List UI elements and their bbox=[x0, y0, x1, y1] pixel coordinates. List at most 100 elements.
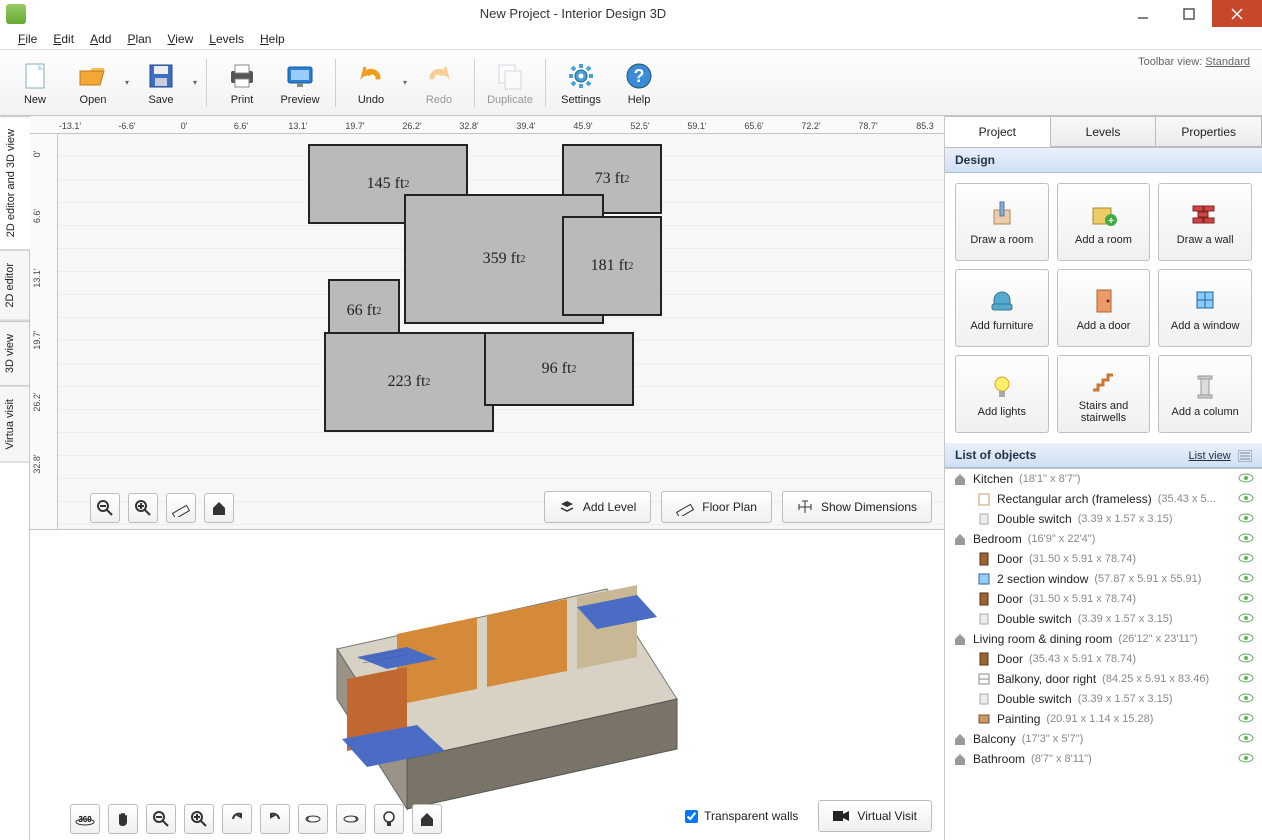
lights-button[interactable]: Add lights bbox=[955, 355, 1049, 433]
ruler-button[interactable] bbox=[166, 493, 196, 523]
vtab-0[interactable]: 2D editor and 3D view bbox=[0, 116, 30, 250]
save-button[interactable]: Save bbox=[132, 54, 190, 112]
rtab-properties[interactable]: Properties bbox=[1156, 116, 1262, 147]
object-item[interactable]: Double switch (3.39 x 1.57 x 3.15) bbox=[945, 609, 1262, 629]
zoom-in-button[interactable] bbox=[128, 493, 158, 523]
visibility-icon[interactable] bbox=[1238, 493, 1254, 505]
minimize-button[interactable] bbox=[1120, 0, 1166, 27]
object-item[interactable]: Painting (20.91 x 1.14 x 15.28) bbox=[945, 709, 1262, 729]
ruler-icon bbox=[676, 498, 694, 516]
room-label[interactable]: 96 ft2 bbox=[484, 332, 634, 406]
visibility-icon[interactable] bbox=[1238, 673, 1254, 685]
visibility-icon[interactable] bbox=[1238, 513, 1254, 525]
object-item[interactable]: Balkony, door right (84.25 x 5.91 x 83.4… bbox=[945, 669, 1262, 689]
add-room-button[interactable]: +Add a room bbox=[1057, 183, 1151, 261]
vtab-1[interactable]: 2D editor bbox=[0, 250, 29, 321]
virtual-visit-button[interactable]: Virtual Visit bbox=[818, 800, 932, 832]
duplicate-button: Duplicate bbox=[481, 54, 539, 112]
column-button[interactable]: Add a column bbox=[1158, 355, 1252, 433]
visibility-icon[interactable] bbox=[1238, 613, 1254, 625]
room-label[interactable]: 223 ft2 bbox=[324, 332, 494, 432]
close-button[interactable] bbox=[1212, 0, 1262, 27]
object-item[interactable]: Door (31.50 x 5.91 x 78.74) bbox=[945, 549, 1262, 569]
new-button[interactable]: New bbox=[6, 54, 64, 112]
room-label[interactable]: 181 ft2 bbox=[562, 216, 662, 316]
list-view-link[interactable]: List view bbox=[1188, 450, 1230, 462]
undo-button[interactable]: Undo bbox=[342, 54, 400, 112]
preview-button[interactable]: Preview bbox=[271, 54, 329, 112]
orbit-l-button[interactable] bbox=[298, 804, 328, 834]
settings-button[interactable]: Settings bbox=[552, 54, 610, 112]
visibility-icon[interactable] bbox=[1238, 593, 1254, 605]
stairs-button[interactable]: Stairs and stairwells bbox=[1057, 355, 1151, 433]
orbit-r-button[interactable] bbox=[336, 804, 366, 834]
visibility-icon[interactable] bbox=[1238, 653, 1254, 665]
3d-view-area[interactable]: 360 Transparent walls Virtual Visit bbox=[30, 529, 944, 840]
visibility-icon[interactable] bbox=[1238, 733, 1254, 745]
visibility-icon[interactable] bbox=[1238, 753, 1254, 765]
visibility-icon[interactable] bbox=[1238, 693, 1254, 705]
transparent-walls-input[interactable] bbox=[685, 810, 698, 823]
floor-plan-button[interactable]: Floor Plan bbox=[661, 491, 772, 523]
rtab-levels[interactable]: Levels bbox=[1051, 116, 1157, 147]
rtab-project[interactable]: Project bbox=[945, 116, 1051, 147]
360-button[interactable]: 360 bbox=[70, 804, 100, 834]
visibility-icon[interactable] bbox=[1238, 573, 1254, 585]
show-dimensions-button[interactable]: Show Dimensions bbox=[782, 491, 932, 523]
object-item[interactable]: 2 section window (57.87 x 5.91 x 55.91) bbox=[945, 569, 1262, 589]
object-list[interactable]: Kitchen (18'1" x 8'7")Rectangular arch (… bbox=[945, 468, 1262, 840]
hand-button[interactable] bbox=[108, 804, 138, 834]
right-button[interactable] bbox=[260, 804, 290, 834]
visibility-icon[interactable] bbox=[1238, 553, 1254, 565]
add-level-button[interactable]: Add Level bbox=[544, 491, 651, 523]
2d-plan-canvas[interactable]: 145 ft273 ft2359 ft2181 ft266 ft2223 ft2… bbox=[58, 134, 944, 529]
object-item[interactable]: Door (31.50 x 5.91 x 78.74) bbox=[945, 589, 1262, 609]
maximize-button[interactable] bbox=[1166, 0, 1212, 27]
help-button[interactable]: ?Help bbox=[610, 54, 668, 112]
object-item[interactable]: Rectangular arch (frameless) (35.43 x 5.… bbox=[945, 489, 1262, 509]
object-item[interactable]: Bathroom (8'7" x 8'11") bbox=[945, 749, 1262, 769]
furniture-icon bbox=[986, 284, 1018, 316]
menu-view[interactable]: View bbox=[159, 30, 201, 48]
object-item[interactable]: Balcony (17'3" x 5'7") bbox=[945, 729, 1262, 749]
home-button[interactable] bbox=[412, 804, 442, 834]
dims-icon bbox=[797, 499, 813, 515]
menu-edit[interactable]: Edit bbox=[45, 30, 82, 48]
menu-add[interactable]: Add bbox=[82, 30, 119, 48]
zoom-in-button[interactable] bbox=[184, 804, 214, 834]
visibility-icon[interactable] bbox=[1238, 633, 1254, 645]
door-button[interactable]: Add a door bbox=[1057, 269, 1151, 347]
print-button[interactable]: Print bbox=[213, 54, 271, 112]
furniture-button[interactable]: Add furniture bbox=[955, 269, 1049, 347]
window-button[interactable]: Add a window bbox=[1158, 269, 1252, 347]
vtab-2[interactable]: 3D view bbox=[0, 321, 29, 386]
undo-dropdown[interactable]: ▾ bbox=[400, 54, 410, 112]
object-item[interactable]: Double switch (3.39 x 1.57 x 3.15) bbox=[945, 689, 1262, 709]
draw-room-button[interactable]: Draw a room bbox=[955, 183, 1049, 261]
left-button[interactable] bbox=[222, 804, 252, 834]
object-item[interactable]: Double switch (3.39 x 1.57 x 3.15) bbox=[945, 509, 1262, 529]
toolbar-view-link[interactable]: Standard bbox=[1205, 56, 1250, 68]
open-dropdown[interactable]: ▾ bbox=[122, 54, 132, 112]
menu-levels[interactable]: Levels bbox=[201, 30, 252, 48]
open-button[interactable]: Open bbox=[64, 54, 122, 112]
visibility-icon[interactable] bbox=[1238, 533, 1254, 545]
home-button[interactable] bbox=[204, 493, 234, 523]
bulb-button[interactable] bbox=[374, 804, 404, 834]
object-item[interactable]: Bedroom (16'9" x 22'4") bbox=[945, 529, 1262, 549]
zoom-out-button[interactable] bbox=[90, 493, 120, 523]
visibility-icon[interactable] bbox=[1238, 713, 1254, 725]
menu-help[interactable]: Help bbox=[252, 30, 293, 48]
wall-button[interactable]: Draw a wall bbox=[1158, 183, 1252, 261]
visibility-icon[interactable] bbox=[1238, 473, 1254, 485]
save-dropdown[interactable]: ▾ bbox=[190, 54, 200, 112]
menu-file[interactable]: File bbox=[10, 30, 45, 48]
menu-plan[interactable]: Plan bbox=[119, 30, 159, 48]
object-item[interactable]: Door (35.43 x 5.91 x 78.74) bbox=[945, 649, 1262, 669]
vtab-3[interactable]: Virtua visit bbox=[0, 386, 29, 463]
object-item[interactable]: Kitchen (18'1" x 8'7") bbox=[945, 469, 1262, 489]
object-item[interactable]: Living room & dining room (26'12" x 23'1… bbox=[945, 629, 1262, 649]
new-icon bbox=[19, 60, 51, 92]
zoom-out-button[interactable] bbox=[146, 804, 176, 834]
transparent-walls-checkbox[interactable]: Transparent walls bbox=[685, 809, 798, 823]
